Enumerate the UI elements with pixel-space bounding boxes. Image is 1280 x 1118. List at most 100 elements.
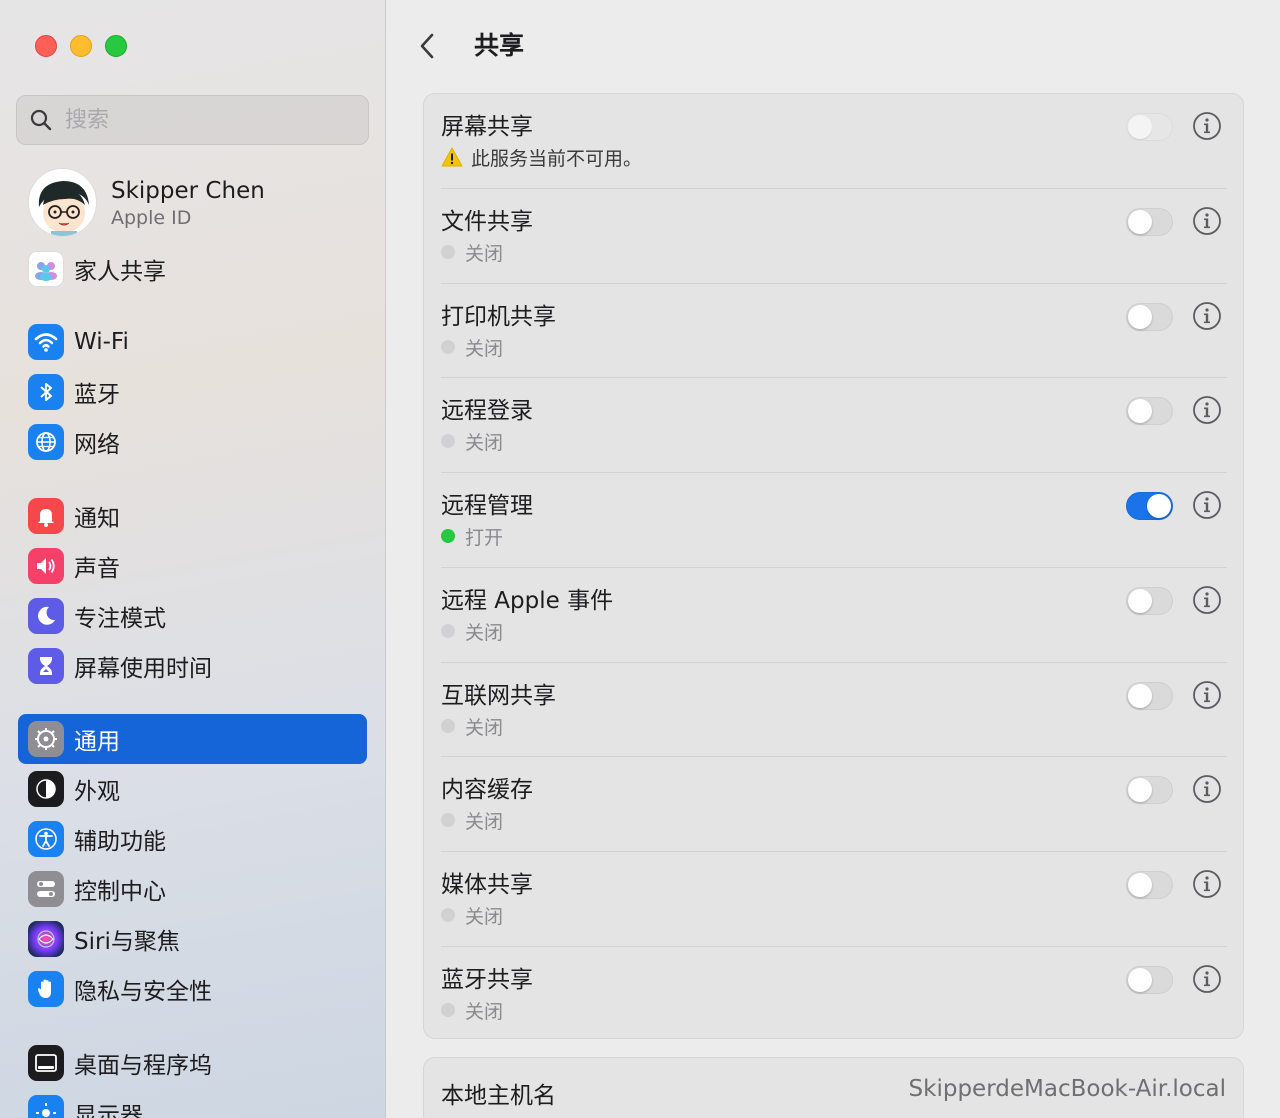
hostname-value[interactable]: SkipperdeMacBook-Air.local	[909, 1076, 1226, 1102]
remote-management-toggle[interactable]	[1126, 492, 1173, 520]
bluetooth-icon	[28, 374, 64, 410]
sidebar-item-displays[interactable]: 显示器	[18, 1088, 367, 1118]
dock-icon	[28, 1045, 64, 1081]
info-icon[interactable]	[1192, 490, 1222, 520]
sharing-services-card: 屏幕共享 此服务当前不可用。 文件共享 关闭 打印机共享 关闭 远程登录 关闭 …	[423, 93, 1244, 1039]
sidebar-item-notifications[interactable]: 通知	[18, 491, 367, 541]
status-dot	[441, 340, 455, 354]
status-dot	[441, 624, 455, 638]
service-row-file-sharing: 文件共享 关闭	[441, 189, 1227, 284]
service-status: 关闭	[441, 619, 504, 644]
service-row-screen-sharing: 屏幕共享 此服务当前不可用。	[441, 94, 1227, 189]
internet-sharing-toggle[interactable]	[1126, 682, 1173, 710]
service-status-text: 关闭	[465, 905, 504, 928]
service-row-internet-sharing: 互联网共享 关闭	[441, 663, 1227, 758]
zoom-window-button[interactable]	[105, 35, 127, 57]
info-icon[interactable]	[1192, 111, 1222, 141]
service-name: 远程管理	[441, 493, 533, 519]
service-name: 打印机共享	[441, 304, 556, 330]
service-status-text: 此服务当前不可用。	[471, 147, 643, 170]
close-window-button[interactable]	[35, 35, 57, 57]
service-name: 远程 Apple 事件	[441, 588, 614, 614]
sidebar-item-control-center[interactable]: 控制中心	[18, 864, 367, 914]
sidebar-item-siri[interactable]: Siri与聚焦	[18, 914, 367, 964]
service-name: 屏幕共享	[441, 114, 533, 140]
sidebar-item-screen-time[interactable]: 屏幕使用时间	[18, 641, 367, 691]
apple-id-profile[interactable]: Skipper Chen Apple ID	[28, 168, 265, 237]
search-box[interactable]	[16, 95, 369, 145]
file-sharing-toggle[interactable]	[1126, 208, 1173, 236]
speaker-icon	[28, 548, 64, 584]
service-status-text: 打开	[465, 526, 504, 549]
screen-sharing-toggle[interactable]	[1126, 113, 1173, 141]
minimize-window-button[interactable]	[70, 35, 92, 57]
service-name: 文件共享	[441, 209, 533, 235]
appearance-icon	[28, 771, 64, 807]
status-dot	[441, 719, 455, 733]
profile-name: Skipper Chen	[111, 177, 265, 204]
local-hostname-card: 本地主机名 SkipperdeMacBook-Air.local	[423, 1057, 1244, 1118]
profile-subtitle: Apple ID	[111, 206, 192, 229]
sidebar-item-label: 蓝牙	[74, 382, 120, 408]
sidebar-item-focus[interactable]: 专注模式	[18, 591, 367, 641]
sidebar-item-wifi[interactable]: Wi-Fi	[18, 317, 367, 367]
remote-apple-events-toggle[interactable]	[1126, 587, 1173, 615]
globe-icon	[28, 424, 64, 460]
sidebar-item-label: Wi-Fi	[74, 329, 129, 355]
sidebar: Skipper Chen Apple ID 家人共享 Wi-Fi 蓝牙 网络 通…	[0, 0, 386, 1118]
service-status-text: 关闭	[465, 337, 504, 360]
info-icon[interactable]	[1192, 774, 1222, 804]
accessibility-icon	[28, 821, 64, 857]
service-status: 关闭	[441, 808, 504, 833]
sidebar-item-family[interactable]: 家人共享	[18, 244, 367, 294]
sidebar-item-label: 通用	[74, 729, 120, 755]
sidebar-item-label: 专注模式	[74, 606, 166, 632]
service-row-content-caching: 内容缓存 关闭	[441, 757, 1227, 852]
sidebar-item-label: 声音	[74, 556, 120, 582]
sidebar-item-sound[interactable]: 声音	[18, 541, 367, 591]
service-status-text: 关闭	[465, 810, 504, 833]
media-sharing-toggle[interactable]	[1126, 871, 1173, 899]
content-caching-toggle[interactable]	[1126, 776, 1173, 804]
info-icon[interactable]	[1192, 964, 1222, 994]
service-name: 远程登录	[441, 398, 533, 424]
info-icon[interactable]	[1192, 869, 1222, 899]
sidebar-item-label: 家人共享	[74, 259, 166, 285]
sidebar-item-bluetooth[interactable]: 蓝牙	[18, 367, 367, 417]
sidebar-item-privacy[interactable]: 隐私与安全性	[18, 964, 367, 1014]
sidebar-item-accessibility[interactable]: 辅助功能	[18, 814, 367, 864]
info-icon[interactable]	[1192, 585, 1222, 615]
sidebar-item-label: 控制中心	[74, 879, 166, 905]
sidebar-item-label: 外观	[74, 779, 120, 805]
info-icon[interactable]	[1192, 301, 1222, 331]
page-title: 共享	[474, 31, 525, 60]
service-status-text: 关闭	[465, 716, 504, 739]
service-name: 媒体共享	[441, 872, 533, 898]
info-icon[interactable]	[1192, 395, 1222, 425]
service-status-text: 关闭	[465, 242, 504, 265]
sidebar-item-network[interactable]: 网络	[18, 417, 367, 467]
status-dot	[441, 529, 455, 543]
bluetooth-sharing-toggle[interactable]	[1126, 966, 1173, 994]
sidebar-item-desktop-dock[interactable]: 桌面与程序坞	[18, 1038, 367, 1088]
service-status-text: 关闭	[465, 621, 504, 644]
service-status: 关闭	[441, 714, 504, 739]
wifi-icon	[28, 324, 64, 360]
service-status-text: 关闭	[465, 431, 504, 454]
warning-icon	[441, 147, 463, 167]
info-icon[interactable]	[1192, 206, 1222, 236]
remote-login-toggle[interactable]	[1126, 397, 1173, 425]
status-dot	[441, 434, 455, 448]
info-icon[interactable]	[1192, 680, 1222, 710]
sidebar-item-general[interactable]: 通用	[18, 714, 367, 764]
control-center-icon	[28, 871, 64, 907]
bell-icon	[28, 498, 64, 534]
service-status: 此服务当前不可用。	[441, 145, 643, 170]
search-input[interactable]	[65, 107, 345, 133]
moon-icon	[28, 598, 64, 634]
sidebar-item-appearance[interactable]: 外观	[18, 764, 367, 814]
printer-sharing-toggle[interactable]	[1126, 303, 1173, 331]
back-button[interactable]	[417, 28, 447, 64]
sidebar-item-label: 网络	[74, 432, 120, 458]
service-status-text: 关闭	[465, 1000, 504, 1023]
